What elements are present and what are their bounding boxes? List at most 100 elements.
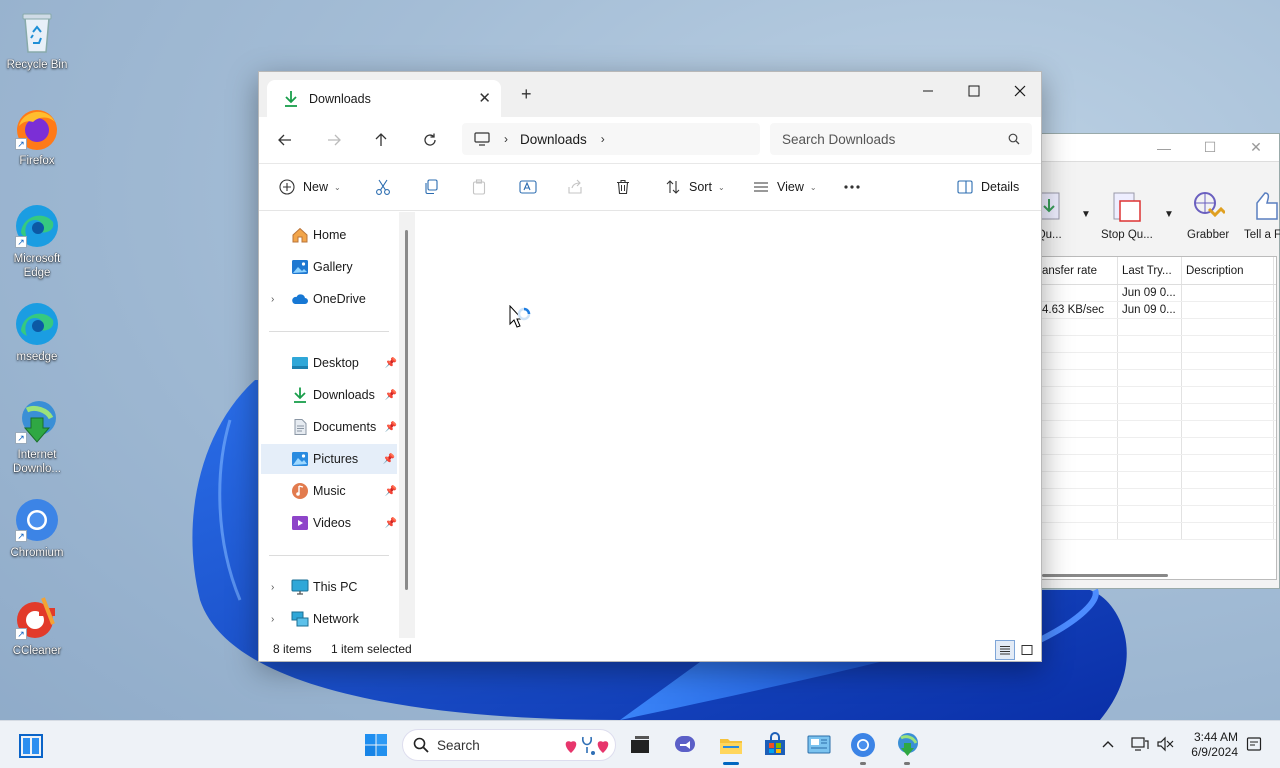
view-button[interactable]: View ⌄ <box>753 164 817 210</box>
chevron-right-icon[interactable]: › <box>271 582 274 593</box>
show-desktop-widget-icon[interactable] <box>18 733 44 759</box>
close-tab-icon[interactable]: ✕ <box>478 89 491 107</box>
rename-icon <box>519 180 537 194</box>
sidebar-item-music[interactable]: Music 📌 <box>259 476 399 506</box>
see-more-button[interactable] <box>843 164 861 210</box>
taskbar-search-box[interactable]: Search <box>402 729 616 761</box>
desktop-icon-firefox[interactable]: ↗ Firefox <box>2 104 72 168</box>
pin-icon[interactable]: 📌 <box>385 422 397 433</box>
pin-icon[interactable]: 📌 <box>385 358 397 369</box>
grabber-button[interactable]: Grabber <box>1187 189 1229 241</box>
new-button[interactable]: New ⌄ <box>279 164 341 210</box>
desktop-icon-idm[interactable]: ↗ Internet Downlo... <box>2 398 72 476</box>
sidebar-item-gallery[interactable]: Gallery <box>259 252 399 282</box>
file-explorer-icon[interactable] <box>717 731 745 759</box>
search-input[interactable]: Search Downloads <box>782 132 1008 147</box>
sort-button[interactable]: Sort ⌄ <box>665 164 725 210</box>
paste-button[interactable] <box>471 164 487 210</box>
chevron-right-icon[interactable]: › <box>271 294 274 305</box>
new-tab-button[interactable]: + <box>521 84 532 105</box>
notification-icon[interactable] <box>1246 736 1262 752</box>
table-row[interactable]: 4.63 KB/sec Jun 09 0... <box>1042 302 1276 319</box>
stop-queue-button[interactable]: Stop Qu... <box>1101 189 1153 241</box>
chevron-right-icon[interactable]: › <box>504 132 508 146</box>
table-row-empty <box>1042 370 1276 387</box>
large-icons-view-button[interactable] <box>1017 640 1037 660</box>
minimize-icon[interactable]: — <box>1141 140 1187 156</box>
maximize-icon[interactable]: ☐ <box>1187 139 1233 156</box>
chevron-up-icon[interactable] <box>1101 739 1115 749</box>
idm-download-list[interactable]: ansfer rate Last Try... Description Jun … <box>1041 256 1277 580</box>
stop-queue-dropdown[interactable]: ▼ <box>1164 209 1174 220</box>
control-panel-icon[interactable] <box>805 731 833 759</box>
system-clock[interactable]: 3:44 AM 6/9/2024 <box>1184 730 1238 760</box>
close-window-button[interactable] <box>997 76 1043 106</box>
pin-icon[interactable]: 📌 <box>385 486 397 497</box>
sidebar-item-documents[interactable]: Documents 📌 <box>259 412 399 442</box>
windows-start-icon[interactable] <box>362 731 390 759</box>
tab-downloads[interactable]: Downloads ✕ <box>267 80 501 117</box>
share-button[interactable] <box>567 164 583 210</box>
address-bar[interactable]: › Downloads › <box>462 123 760 155</box>
pin-icon[interactable]: 📌 <box>383 454 395 465</box>
navigation-pane[interactable]: Home Gallery › OneDrive Desktop 📌 Downlo… <box>259 212 415 640</box>
breadcrumb-downloads[interactable]: Downloads <box>520 132 587 147</box>
navigation-pane-scrollbar[interactable] <box>405 230 408 590</box>
start-queue-dropdown[interactable]: ▼ <box>1081 209 1091 220</box>
pictures-icon <box>292 452 308 466</box>
desktop-icon-recycle-bin[interactable]: Recycle Bin <box>2 8 72 72</box>
desktop-icon-chromium[interactable]: ↗ Chromium <box>2 496 72 560</box>
column-last-try[interactable]: Last Try... <box>1118 257 1182 284</box>
microsoft-store-icon[interactable] <box>761 731 789 759</box>
desktop-icon-msedge[interactable]: msedge <box>2 300 72 364</box>
scissors-icon <box>376 179 390 195</box>
details-view-icon <box>1000 646 1010 655</box>
computer-icon <box>291 579 309 595</box>
idm-horizontal-scrollbar[interactable] <box>1042 574 1168 577</box>
sidebar-item-pictures[interactable]: Pictures 📌 <box>261 444 397 474</box>
sidebar-item-network[interactable]: › Network <box>259 604 399 634</box>
chromium-icon[interactable] <box>849 731 877 759</box>
pin-icon[interactable]: 📌 <box>385 390 397 401</box>
pin-icon[interactable]: 📌 <box>385 518 397 529</box>
search-box[interactable]: Search Downloads <box>770 123 1032 155</box>
column-transfer-rate[interactable]: ansfer rate <box>1042 257 1118 284</box>
delete-button[interactable] <box>615 164 631 210</box>
details-view-button[interactable] <box>995 640 1015 660</box>
column-description[interactable]: Description <box>1182 257 1274 284</box>
sidebar-item-home[interactable]: Home <box>259 220 399 250</box>
sidebar-item-videos[interactable]: Videos 📌 <box>259 508 399 538</box>
close-icon[interactable]: ✕ <box>1233 139 1279 156</box>
grabber-icon <box>1191 189 1227 223</box>
file-explorer-window[interactable]: Downloads ✕ + › Downloads › Search Downl… <box>258 71 1042 662</box>
maximize-button[interactable] <box>951 76 997 106</box>
file-list-area[interactable] <box>415 212 1041 640</box>
rename-button[interactable] <box>519 164 537 210</box>
sidebar-item-onedrive[interactable]: › OneDrive <box>259 284 399 314</box>
refresh-button[interactable] <box>416 127 444 153</box>
sidebar-item-this-pc[interactable]: › This PC <box>259 572 399 602</box>
chevron-right-icon[interactable]: › <box>271 614 274 625</box>
network-status-icon[interactable] <box>1131 736 1149 752</box>
sidebar-item-downloads[interactable]: Downloads 📌 <box>259 380 399 410</box>
cut-button[interactable] <box>375 164 391 210</box>
sidebar-item-desktop[interactable]: Desktop 📌 <box>259 348 399 378</box>
desktop-icon-microsoft-edge[interactable]: ↗ Microsoft Edge <box>2 202 72 280</box>
details-pane-button[interactable]: Details <box>957 164 1019 210</box>
chevron-down-icon: ⌄ <box>809 182 817 192</box>
idm-window[interactable]: — ☐ ✕ t Qu... ▼ Stop Qu... ▼ Grabber Tel… <box>1030 133 1280 589</box>
idm-icon[interactable] <box>893 731 921 759</box>
up-button[interactable] <box>367 127 395 153</box>
copy-button[interactable] <box>423 164 439 210</box>
minimize-button[interactable] <box>905 76 951 106</box>
back-button[interactable] <box>271 127 299 153</box>
chevron-right-icon[interactable]: › <box>601 132 605 146</box>
teams-chat-icon[interactable] <box>672 731 700 759</box>
task-view-icon[interactable] <box>626 731 654 759</box>
forward-button[interactable] <box>320 127 348 153</box>
desktop-icon-ccleaner[interactable]: ↗ CCleaner <box>2 594 72 658</box>
paste-icon <box>472 179 486 195</box>
tell-a-friend-button[interactable]: Tell a Fr <box>1244 189 1280 241</box>
volume-muted-icon[interactable] <box>1156 736 1174 752</box>
table-row[interactable]: Jun 09 0... <box>1042 285 1276 302</box>
